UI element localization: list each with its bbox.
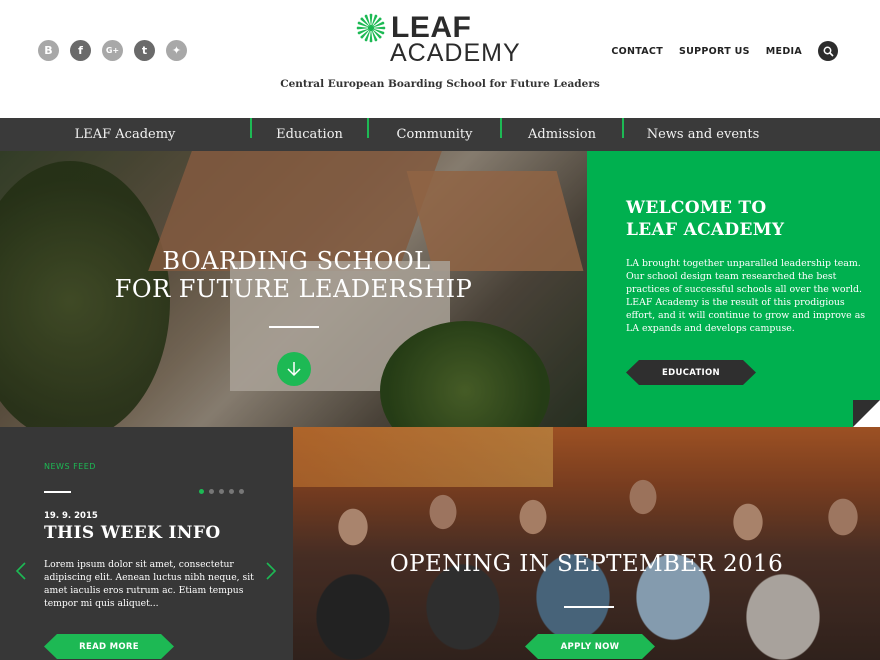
carousel-prev-button[interactable] <box>14 561 28 581</box>
nav-item-community[interactable]: Community <box>369 118 500 151</box>
welcome-text: LA brought together unparalled leadershi… <box>626 258 866 334</box>
carousel-dot[interactable] <box>209 489 214 494</box>
site-logo[interactable]: LEAF ACADEMY <box>355 12 530 67</box>
nav-item-news-and-events[interactable]: News and events <box>624 118 782 151</box>
carousel-dot[interactable] <box>239 489 244 494</box>
search-button[interactable] <box>818 41 838 61</box>
main-nav: LEAF Academy Education Community Admissi… <box>0 118 880 151</box>
news-divider <box>44 491 71 493</box>
carousel-dot[interactable] <box>219 489 224 494</box>
top-nav-media[interactable]: MEDIA <box>766 46 802 57</box>
google-plus-icon[interactable]: G+ <box>102 40 123 61</box>
tumblr-icon[interactable]: t <box>134 40 155 61</box>
nav-item-admission[interactable]: Admission <box>502 118 622 151</box>
site-header: B f G+ t ✦ LEAF ACADEMY Central European… <box>0 0 880 118</box>
arrow-down-icon <box>287 362 301 377</box>
opening-overlay <box>293 427 880 660</box>
nav-item-education[interactable]: Education <box>252 118 367 151</box>
search-icon <box>823 46 834 57</box>
scroll-down-button[interactable] <box>277 352 311 386</box>
opening-banner: OPENING IN SEPTEMBER 2016 APPLY NOW <box>293 427 880 660</box>
chevron-right-icon <box>266 562 277 580</box>
carousel-dots <box>199 489 244 494</box>
site-tagline: Central European Boarding School for Fut… <box>280 78 600 90</box>
welcome-panel: WELCOME TO LEAF ACADEMY LA brought toget… <box>587 151 880 427</box>
top-nav-contact[interactable]: CONTACT <box>611 46 663 57</box>
news-text: Lorem ipsum dolor sit amet, consectetur … <box>44 559 254 609</box>
carousel-next-button[interactable] <box>264 561 278 581</box>
news-title[interactable]: THIS WEEK INFO <box>44 523 221 543</box>
hero-banner: BOARDING SCHOOL FOR FUTURE LEADERSHIP <box>0 151 587 427</box>
hero-divider <box>269 326 319 328</box>
top-nav-support-us[interactable]: SUPPORT US <box>679 46 750 57</box>
social-links: B f G+ t ✦ <box>38 40 187 61</box>
opening-divider <box>564 606 614 608</box>
hero-title-line2: FOR FUTURE LEADERSHIP <box>114 275 473 303</box>
top-nav: CONTACT SUPPORT US MEDIA <box>611 46 802 57</box>
welcome-title-line1: WELCOME TO <box>626 198 767 218</box>
twitter-icon[interactable]: ✦ <box>166 40 187 61</box>
blogger-icon[interactable]: B <box>38 40 59 61</box>
education-button[interactable]: EDUCATION <box>626 360 756 385</box>
hero-title-line1: BOARDING SCHOOL <box>162 247 431 275</box>
news-feed-label: NEWS FEED <box>44 462 96 471</box>
nav-item-leaf-academy[interactable]: LEAF Academy <box>0 118 250 151</box>
chevron-left-icon <box>15 562 26 580</box>
welcome-title-line2: LEAF ACADEMY <box>626 220 785 240</box>
logo-text-academy: ACADEMY <box>390 39 521 67</box>
read-more-button[interactable]: READ MORE <box>44 634 174 659</box>
carousel-dot[interactable] <box>229 489 234 494</box>
news-date: 19. 9. 2015 <box>44 511 98 521</box>
leaf-logo-icon <box>356 13 386 43</box>
facebook-icon[interactable]: f <box>70 40 91 61</box>
hero-title: BOARDING SCHOOL FOR FUTURE LEADERSHIP <box>0 247 587 303</box>
news-feed: NEWS FEED 19. 9. 2015 THIS WEEK INFO Lor… <box>0 427 293 660</box>
carousel-dot[interactable] <box>199 489 204 494</box>
apply-now-button[interactable]: APPLY NOW <box>525 634 655 659</box>
opening-title: OPENING IN SEPTEMBER 2016 <box>389 551 784 577</box>
welcome-title: WELCOME TO LEAF ACADEMY <box>626 197 846 241</box>
